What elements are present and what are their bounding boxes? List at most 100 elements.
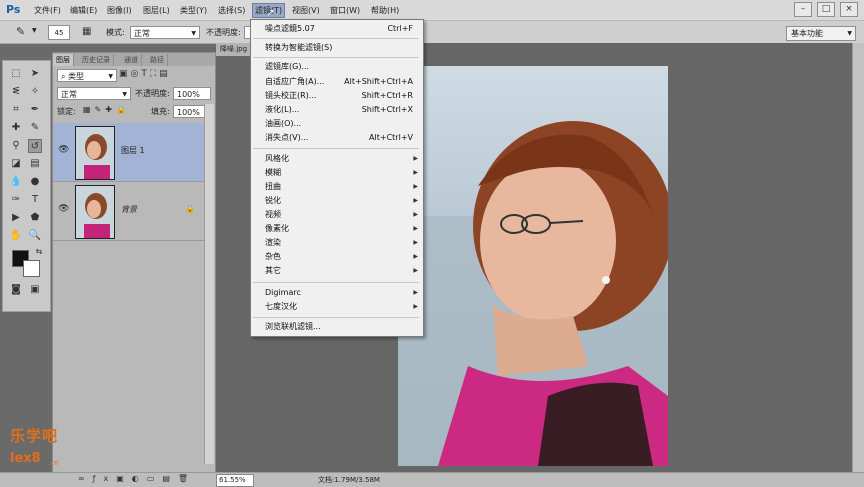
menu-item-render[interactable]: 渲染	[265, 237, 281, 249]
quick-mask-icon[interactable]: ◙	[9, 283, 23, 297]
menu-item-last-filter[interactable]: 噪点滤鏡5.07	[265, 23, 315, 35]
zoom-tool-icon[interactable]: 🔍	[28, 229, 42, 243]
hand-tool-icon[interactable]: ✋	[9, 229, 23, 243]
blur-tool-icon[interactable]: 💧	[9, 175, 23, 189]
tab-channels[interactable]: 通道	[121, 54, 142, 66]
menu-item-sharpen[interactable]: 锐化	[265, 195, 281, 207]
layer-action-icons[interactable]: ∞ƒx▣◐▭▤🗑	[78, 474, 196, 483]
shape-tool-icon[interactable]: ⬟	[28, 211, 42, 225]
brush-tool-icon[interactable]: ✎	[16, 25, 25, 38]
history-brush-icon[interactable]: ↺	[28, 139, 42, 153]
submenu-arrow-icon: ▶	[413, 253, 418, 260]
brush-size-picker[interactable]: 45	[48, 25, 70, 40]
portrait-photo	[398, 66, 668, 466]
marquee-tool-icon[interactable]: ⬚	[9, 67, 23, 81]
menu-item-digimarc[interactable]: Digimarc	[265, 287, 301, 299]
canvas-photo[interactable]	[398, 66, 668, 466]
opacity-input[interactable]: 100%	[173, 87, 211, 100]
minimize-button[interactable]: –	[794, 2, 812, 17]
menu-file[interactable]: 文件(F)	[34, 4, 61, 17]
layer-row-background[interactable]: 👁 背景 🔒	[53, 182, 205, 241]
tools-panel: ⬚ ➤ ᓬ ✧ ⌗ ✒ ✚ ✎ ⚲ ↺ ◪ ▤ 💧 ● ✑ T ▶ ⬟ ✋ 🔍 …	[2, 60, 51, 312]
screen-mode-icon[interactable]: ▣	[28, 283, 42, 297]
menu-select[interactable]: 选择(S)	[218, 4, 245, 17]
menu-separator	[253, 317, 419, 318]
move-tool-icon[interactable]: ➤	[28, 67, 42, 81]
blend-mode-value: 正常	[61, 90, 77, 99]
crop-tool-icon[interactable]: ⌗	[9, 103, 23, 117]
menu-separator	[253, 148, 419, 149]
eye-icon[interactable]: 👁	[58, 204, 69, 214]
gradient-icon[interactable]: ▤	[28, 157, 42, 171]
document-size: 文档:1.79M/3.58M	[318, 476, 380, 484]
layer-name: 图层 1	[121, 146, 145, 155]
brush-tool-icon[interactable]: ✎	[28, 121, 42, 135]
eraser-icon[interactable]: ◪	[9, 157, 23, 171]
blend-mode-select[interactable]: 正常 ▼	[57, 87, 131, 100]
menu-item-lens-correction[interactable]: 镜头校正(R)...	[265, 90, 316, 102]
tab-history[interactable]: 历史记录	[79, 54, 114, 66]
lock-icons[interactable]: ▦✎✚🔒	[83, 105, 130, 114]
mode-label: 模式:	[106, 28, 125, 37]
menu-window[interactable]: 窗口(W)	[330, 4, 360, 17]
lasso-tool-icon[interactable]: ᓬ	[9, 85, 23, 99]
options-bar: ✎ ▼ 45 ▦ 模式: 正常 ▼ 不透明度:	[0, 21, 864, 44]
eyedropper-icon[interactable]: ✒	[28, 103, 42, 117]
menu-separator	[253, 38, 419, 39]
menu-view[interactable]: 视图(V)	[292, 4, 320, 17]
tab-paths[interactable]: 路径	[147, 54, 168, 66]
workspace-label: 基本功能	[791, 29, 823, 38]
watermark-domain: .cn	[48, 459, 59, 467]
swap-colors-icon[interactable]: ⇆	[32, 245, 46, 259]
tab-layers[interactable]: 图层	[53, 54, 74, 66]
background-color-swatch[interactable]	[23, 260, 40, 277]
layers-scrollbar[interactable]	[204, 104, 214, 464]
menu-item-browse-online[interactable]: 浏览联机滤镜...	[265, 321, 321, 333]
layer-row-layer1[interactable]: 👁 图层 1	[53, 123, 205, 182]
menu-item-video[interactable]: 视频	[265, 209, 281, 221]
menu-item-distort[interactable]: 扭曲	[265, 181, 281, 193]
menu-edit[interactable]: 编辑(E)	[70, 4, 97, 17]
clone-stamp-icon[interactable]: ⚲	[9, 139, 23, 153]
chevron-down-icon[interactable]: ▼	[32, 27, 37, 34]
zoom-level[interactable]: 61.55%	[216, 474, 254, 487]
menu-separator	[253, 57, 419, 58]
menu-item-vanishing-point[interactable]: 消失点(V)...	[265, 132, 308, 144]
lock-label: 锁定:	[57, 107, 76, 116]
eye-icon[interactable]: 👁	[58, 145, 69, 155]
menu-layer[interactable]: 图层(L)	[143, 4, 170, 17]
menu-item-adaptive-wide[interactable]: 自适应广角(A)...	[265, 76, 324, 88]
menu-image[interactable]: 图像(I)	[107, 4, 132, 17]
layer-filter-select[interactable]: ⌕ 类型 ▼	[57, 69, 117, 82]
menu-item-stylize[interactable]: 风格化	[265, 153, 289, 165]
layer-filter-icons[interactable]: ▣◎T⛶▤	[119, 69, 171, 79]
submenu-arrow-icon: ▶	[413, 211, 418, 218]
menu-item-other[interactable]: 其它	[265, 265, 281, 277]
search-icon: ⌕	[61, 72, 69, 81]
healing-brush-icon[interactable]: ✚	[9, 121, 23, 135]
menu-item-liquify[interactable]: 液化(L)...	[265, 104, 299, 116]
menu-item-convert-smart[interactable]: 转换为智能滤镜(S)	[265, 42, 332, 54]
workspace-switcher[interactable]: 基本功能 ▼	[786, 26, 856, 41]
quick-selection-icon[interactable]: ✧	[28, 85, 42, 99]
mode-select[interactable]: 正常 ▼	[130, 26, 200, 39]
dodge-tool-icon[interactable]: ●	[28, 175, 42, 189]
type-tool-icon[interactable]: T	[28, 193, 42, 207]
path-selection-icon[interactable]: ▶	[9, 211, 23, 225]
menu-item-oil-paint[interactable]: 油画(O)...	[265, 118, 301, 130]
menubar: Ps 文件(F) 编辑(E) 图像(I) 图层(L) 类型(Y) 选择(S) 滤…	[0, 0, 864, 21]
menu-help[interactable]: 帮助(H)	[371, 4, 399, 17]
menu-item-filter-gallery[interactable]: 滤镜库(G)...	[265, 61, 309, 73]
watermark-logo: lex8	[10, 451, 41, 466]
close-button[interactable]: ×	[840, 2, 858, 17]
menu-item-qidu-hanhua[interactable]: 七度汉化	[265, 301, 297, 313]
submenu-arrow-icon: ▶	[413, 289, 418, 296]
brush-panel-icon[interactable]: ▦	[82, 26, 91, 37]
menu-item-noise[interactable]: 杂色	[265, 251, 281, 263]
menu-item-blur[interactable]: 模糊	[265, 167, 281, 179]
menu-item-pixelate[interactable]: 像素化	[265, 223, 289, 235]
menu-type[interactable]: 类型(Y)	[180, 4, 207, 17]
restore-button[interactable]: □	[817, 2, 835, 17]
pen-tool-icon[interactable]: ✑	[9, 193, 23, 207]
submenu-arrow-icon: ▶	[413, 155, 418, 162]
